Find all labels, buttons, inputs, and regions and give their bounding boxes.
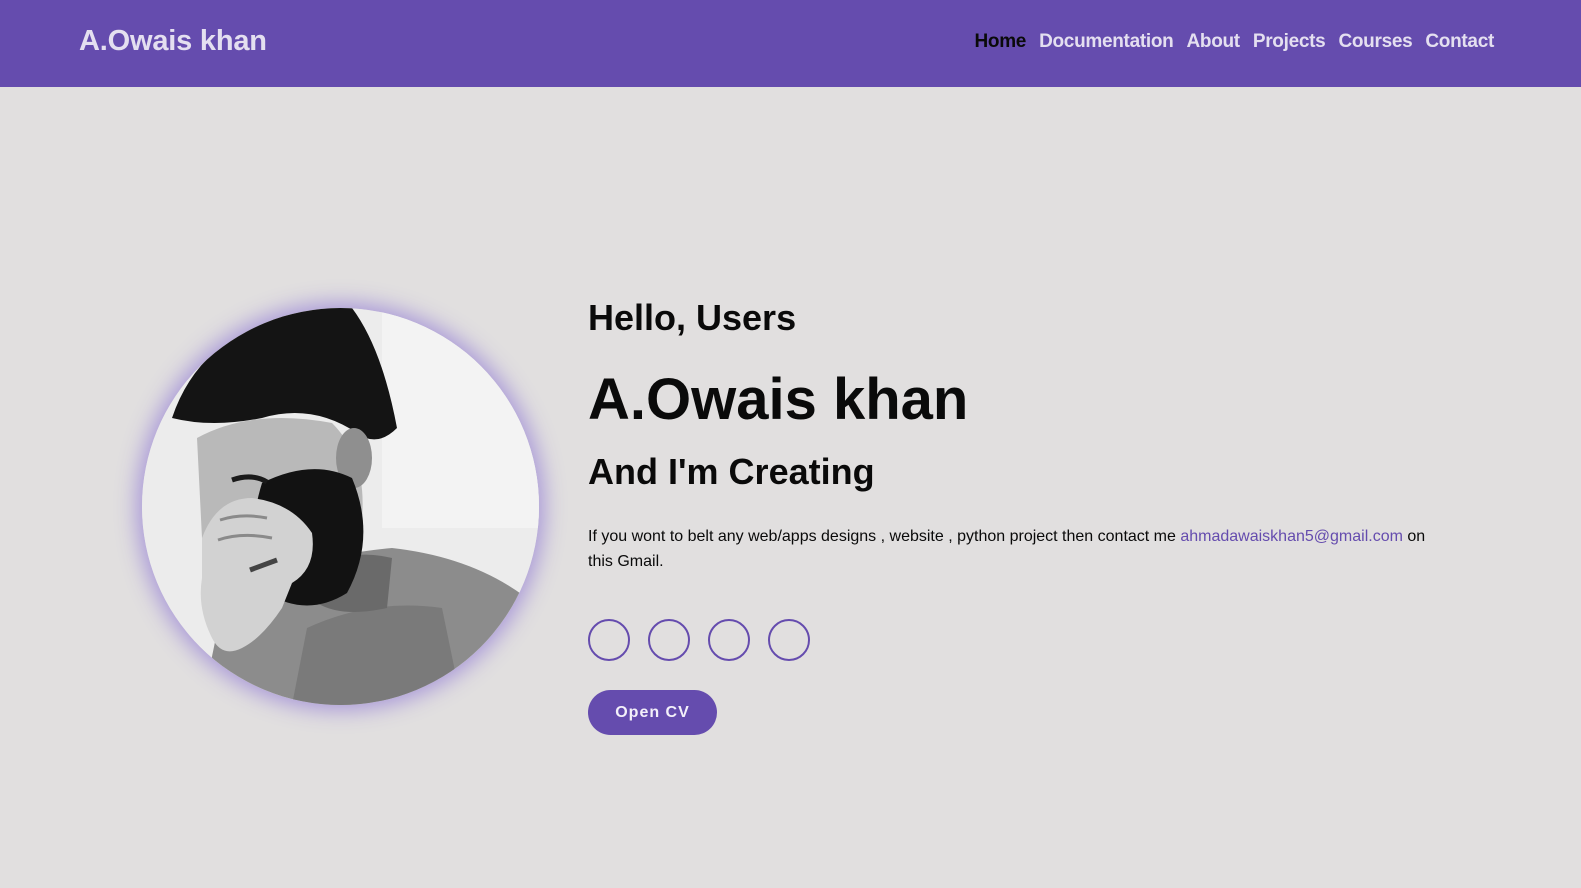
description-text: If you wont to belt any web/apps designs… <box>588 524 1428 574</box>
profile-photo <box>142 308 539 705</box>
greeting-heading: Hello, Users <box>588 297 797 338</box>
brand-logo[interactable]: A.Owais khan <box>79 25 267 58</box>
navbar: A.Owais khan Home Documentation About Pr… <box>0 0 1581 87</box>
name-heading: A.Owais khan <box>588 367 969 432</box>
profile-photo-image <box>142 308 539 705</box>
social-link-2[interactable] <box>648 619 690 661</box>
social-link-1[interactable] <box>588 619 630 661</box>
nav-link-documentation[interactable]: Documentation <box>1039 31 1174 53</box>
nav-link-home[interactable]: Home <box>974 31 1026 53</box>
nav-link-about[interactable]: About <box>1186 31 1240 53</box>
nav-links: Home Documentation About Projects Course… <box>974 31 1494 53</box>
description-before: If you wont to belt any web/apps designs… <box>588 528 1181 545</box>
social-link-4[interactable] <box>768 619 810 661</box>
social-link-3[interactable] <box>708 619 750 661</box>
nav-link-contact[interactable]: Contact <box>1425 31 1494 53</box>
email-link[interactable]: ahmadawaiskhan5@gmail.com <box>1180 528 1403 545</box>
nav-link-courses[interactable]: Courses <box>1338 31 1412 53</box>
social-links <box>588 619 1438 661</box>
open-cv-button[interactable]: Open CV <box>588 690 717 735</box>
hero-content: Hello, Users A.Owais khan And I'm Creati… <box>588 296 1438 735</box>
tagline-heading: And I'm Creating <box>588 451 875 492</box>
nav-link-projects[interactable]: Projects <box>1253 31 1326 53</box>
